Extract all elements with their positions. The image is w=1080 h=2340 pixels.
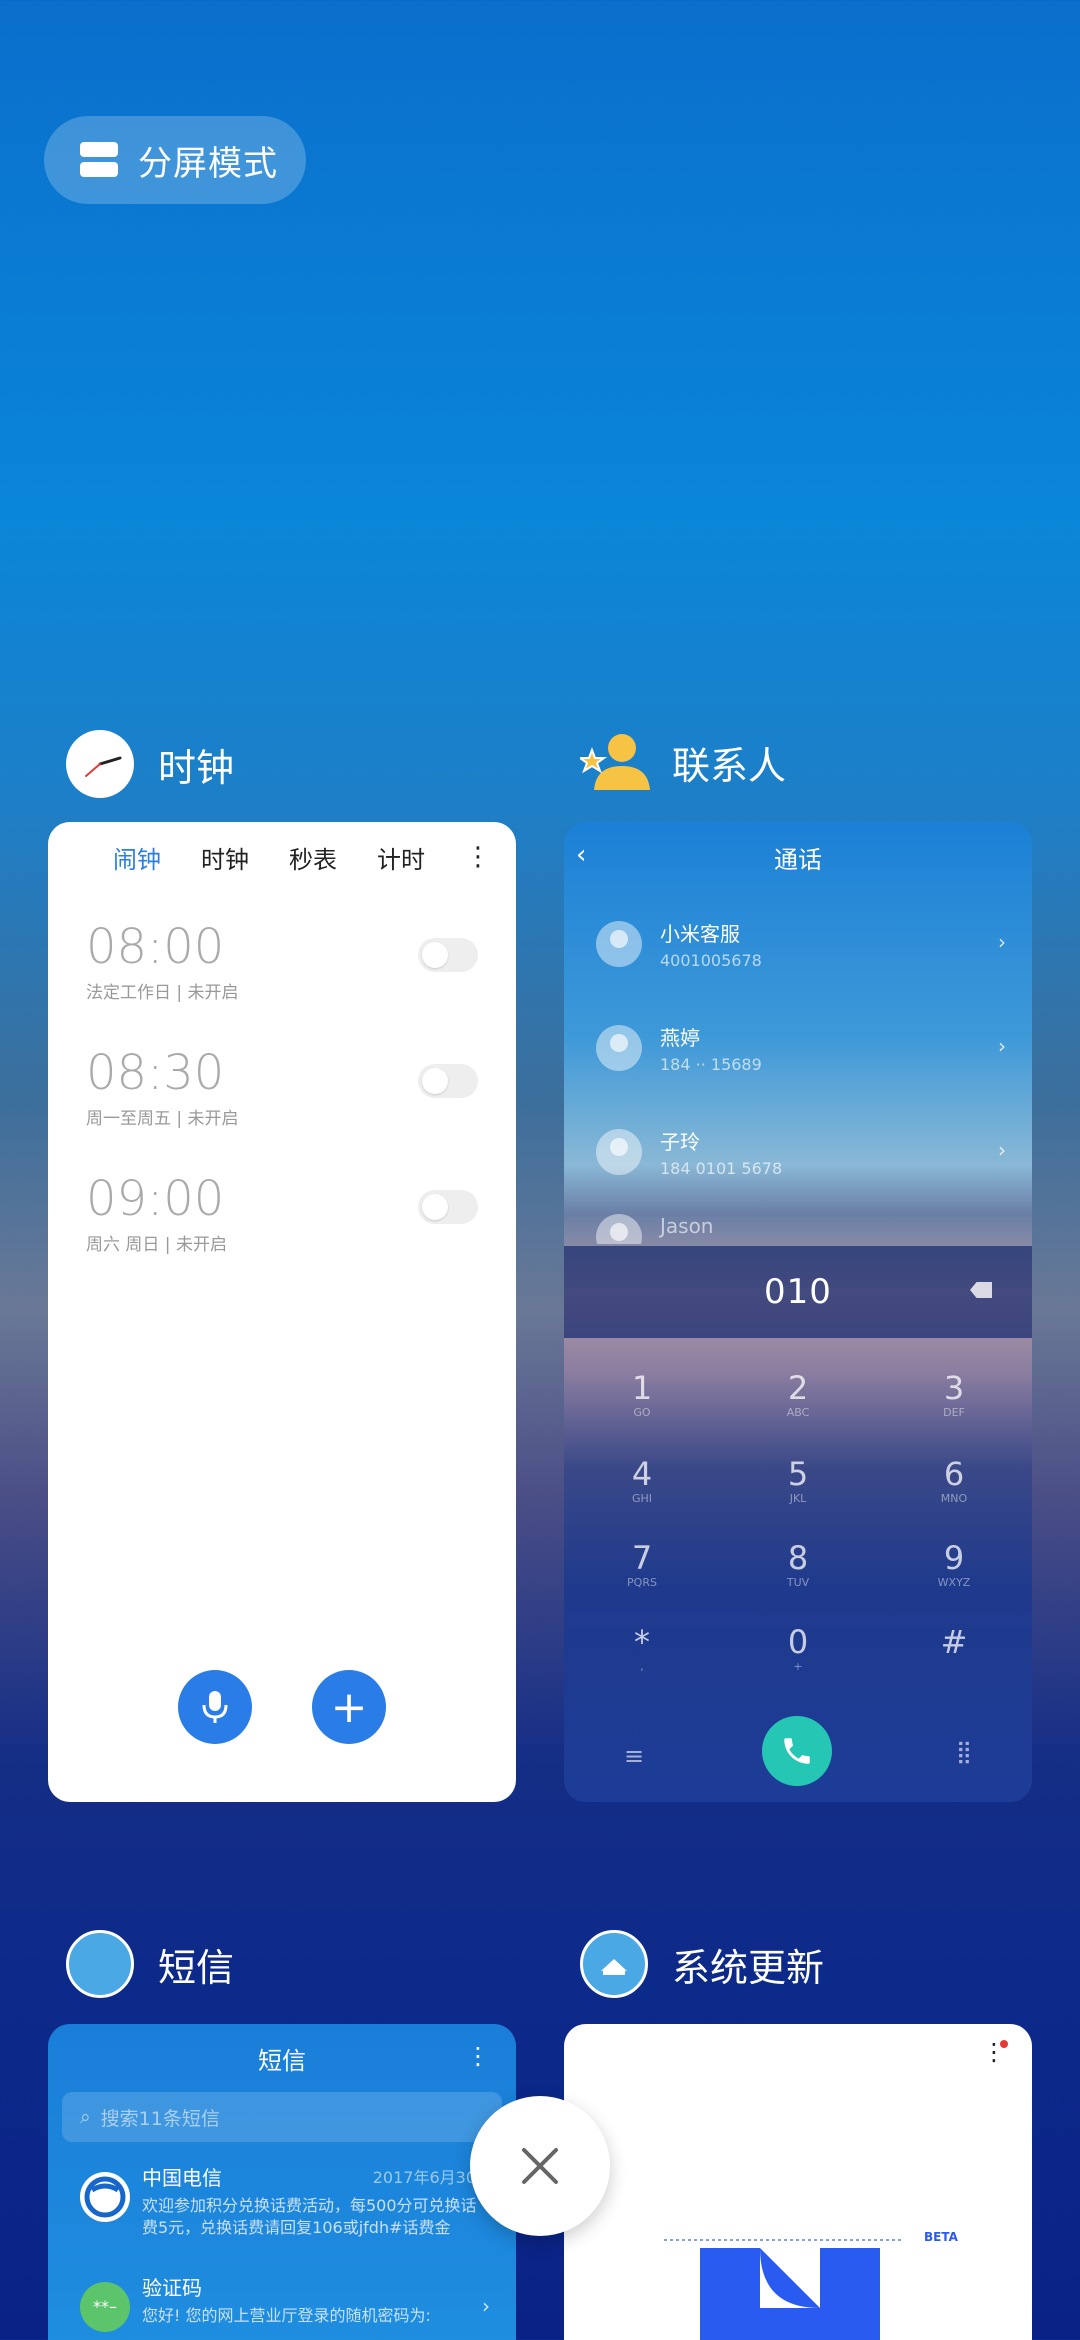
key-4[interactable]: 4 GHI bbox=[564, 1456, 720, 1505]
contacts-app-title: 联系人 bbox=[672, 743, 787, 788]
split-screen-icon bbox=[80, 142, 118, 178]
microphone-icon bbox=[202, 1691, 228, 1723]
contact-name: Jason bbox=[660, 1214, 714, 1238]
call-log-row[interactable]: 燕婷 184 ·· 15689 › bbox=[564, 996, 1032, 1100]
key-1[interactable]: 1 GO bbox=[564, 1370, 720, 1419]
sms-thread[interactable]: **– 验证码 您好! 您的网上营业厅登录的随机密码为: › bbox=[48, 2252, 516, 2340]
sms-app-card[interactable]: 短信 ⋮ ⌕ 搜索11条短信 中国电信 2017年6月30 欢迎参加积分兑换话费… bbox=[48, 2024, 516, 2340]
sms-search-placeholder: 搜索11条短信 bbox=[100, 2107, 220, 2130]
sms-title: 短信 bbox=[258, 2046, 306, 2075]
avatar bbox=[596, 1129, 642, 1175]
dialed-number: 010 bbox=[764, 1272, 832, 1312]
sms-sender: 验证码 bbox=[142, 2276, 202, 2300]
calls-title: 通话 bbox=[774, 845, 822, 874]
key-3[interactable]: 3 DEF bbox=[876, 1370, 1032, 1419]
tab-alarm[interactable]: 闹钟 bbox=[113, 840, 161, 875]
sms-search-input[interactable]: ⌕ 搜索11条短信 bbox=[62, 2092, 502, 2142]
phone-icon bbox=[784, 1738, 810, 1764]
verification-code-avatar: **– bbox=[80, 2282, 130, 2332]
contacts-app-header[interactable]: 联系人 bbox=[576, 728, 787, 796]
menu-icon[interactable]: ≡ bbox=[624, 1742, 644, 1770]
china-telecom-avatar bbox=[80, 2172, 130, 2222]
sms-app-header[interactable]: 短信 bbox=[66, 1930, 234, 1998]
alarm-item[interactable]: 08:30 周一至周五 | 未开启 bbox=[48, 1018, 516, 1144]
sms-thread[interactable]: 中国电信 2017年6月30 欢迎参加积分兑换话费活动，每500分可兑换话费5元… bbox=[48, 2142, 516, 2252]
close-icon bbox=[522, 2148, 558, 2184]
chevron-right-icon[interactable]: › bbox=[998, 1034, 1006, 1058]
call-log-row[interactable]: 子玲 184 0101 5678 › bbox=[564, 1100, 1032, 1204]
sms-app-icon bbox=[66, 1930, 134, 1998]
split-screen-button[interactable]: 分屏模式 bbox=[44, 116, 306, 204]
call-log-row[interactable]: 小米客服 4001005678 › bbox=[564, 892, 1032, 996]
contact-number: 184 0101 5678 bbox=[660, 1159, 783, 1178]
tab-clock[interactable]: 时钟 bbox=[201, 840, 249, 875]
clear-all-button[interactable] bbox=[470, 2096, 610, 2236]
alarm-item[interactable]: 09:00 周六 周日 | 未开启 bbox=[48, 1144, 516, 1270]
key-7[interactable]: 7 PQRS bbox=[564, 1540, 720, 1589]
back-icon[interactable]: ‹ bbox=[576, 840, 586, 870]
sms-app-title: 短信 bbox=[158, 1945, 235, 1990]
clock-tabs: 闹钟 时钟 秒表 计时 ⋮ bbox=[48, 822, 516, 892]
key-hash[interactable]: # bbox=[876, 1624, 1032, 1660]
sms-preview: 欢迎参加积分兑换话费活动，每500分可兑换话费5元，兑换话费请回复106或jfd… bbox=[142, 2196, 477, 2237]
backspace-icon[interactable] bbox=[970, 1282, 992, 1298]
contact-name: 子玲 bbox=[660, 1130, 700, 1154]
contact-number: 4001005678 bbox=[660, 951, 762, 970]
notification-dot bbox=[1000, 2040, 1008, 2048]
update-app-icon bbox=[580, 1930, 648, 1998]
alarm-toggle[interactable] bbox=[418, 1064, 478, 1098]
call-button[interactable] bbox=[762, 1716, 832, 1786]
alarm-toggle[interactable] bbox=[418, 1190, 478, 1224]
sms-date: 2017年6月30 bbox=[372, 2168, 476, 2187]
chevron-right-icon[interactable]: › bbox=[998, 1138, 1006, 1162]
plus-icon: + bbox=[330, 1681, 368, 1733]
key-0[interactable]: 0 + bbox=[720, 1624, 876, 1673]
system-update-card[interactable]: ⋮ BETA bbox=[564, 2024, 1032, 2340]
key-2[interactable]: 2 ABC bbox=[720, 1370, 876, 1419]
chevron-right-icon[interactable]: › bbox=[998, 930, 1006, 954]
alarm-description: 周一至周五 | 未开启 bbox=[86, 1109, 239, 1129]
alarm-toggle[interactable] bbox=[418, 938, 478, 972]
update-app-title: 系统更新 bbox=[672, 1945, 825, 1990]
clock-app-card[interactable]: 闹钟 时钟 秒表 计时 ⋮ 08:00 法定工作日 | 未开启 08:30 周一… bbox=[48, 822, 516, 1802]
sms-header: 短信 ⋮ bbox=[48, 2024, 516, 2092]
add-alarm-button[interactable]: + bbox=[312, 1670, 386, 1744]
key-6[interactable]: 6 MNO bbox=[876, 1456, 1032, 1505]
contacts-app-card[interactable]: ‹ 通话 小米客服 4001005678 › 燕婷 184 ·· 15689 ›… bbox=[564, 822, 1032, 1802]
clock-app-header[interactable]: 时钟 bbox=[66, 730, 234, 798]
tab-stopwatch[interactable]: 秒表 bbox=[289, 840, 337, 875]
dialed-number-bar: 010 bbox=[564, 1246, 1032, 1338]
avatar bbox=[596, 1025, 642, 1071]
alarm-item[interactable]: 08:00 法定工作日 | 未开启 bbox=[48, 892, 516, 1018]
avatar bbox=[596, 921, 642, 967]
calls-header: ‹ 通话 bbox=[564, 822, 1032, 892]
update-app-header[interactable]: 系统更新 bbox=[580, 1930, 824, 1998]
search-icon: ⌕ bbox=[80, 2106, 91, 2128]
key-5[interactable]: 5 JKL bbox=[720, 1456, 876, 1505]
split-screen-label: 分屏模式 bbox=[138, 143, 278, 184]
contacts-app-icon bbox=[576, 728, 650, 796]
tab-timer[interactable]: 计时 bbox=[377, 840, 425, 875]
chevron-right-icon[interactable]: › bbox=[482, 2294, 490, 2318]
more-menu-icon[interactable]: ⋮ bbox=[465, 842, 491, 872]
sms-preview: 您好! 您的网上营业厅登录的随机密码为: bbox=[142, 2306, 431, 2325]
more-menu-icon[interactable]: ⋮ bbox=[466, 2042, 490, 2070]
key-8[interactable]: 8 TUV bbox=[720, 1540, 876, 1589]
keypad-toggle-icon[interactable]: ⣿ bbox=[956, 1740, 972, 1765]
voice-alarm-button[interactable] bbox=[178, 1670, 252, 1744]
avatar bbox=[596, 1214, 642, 1244]
contact-name: 小米客服 bbox=[660, 922, 740, 946]
contact-name: 燕婷 bbox=[660, 1026, 700, 1050]
call-log-row[interactable]: Jason bbox=[564, 1204, 1032, 1244]
key-9[interactable]: 9 WXYZ bbox=[876, 1540, 1032, 1589]
contact-number: 184 ·· 15689 bbox=[660, 1055, 762, 1074]
alarm-description: 法定工作日 | 未开启 bbox=[86, 983, 239, 1003]
beta-badge: BETA bbox=[924, 2230, 958, 2244]
key-star[interactable]: *, bbox=[564, 1624, 720, 1673]
alarm-description: 周六 周日 | 未开启 bbox=[86, 1235, 227, 1255]
clock-app-icon bbox=[66, 730, 134, 798]
clock-app-title: 时钟 bbox=[158, 745, 235, 790]
